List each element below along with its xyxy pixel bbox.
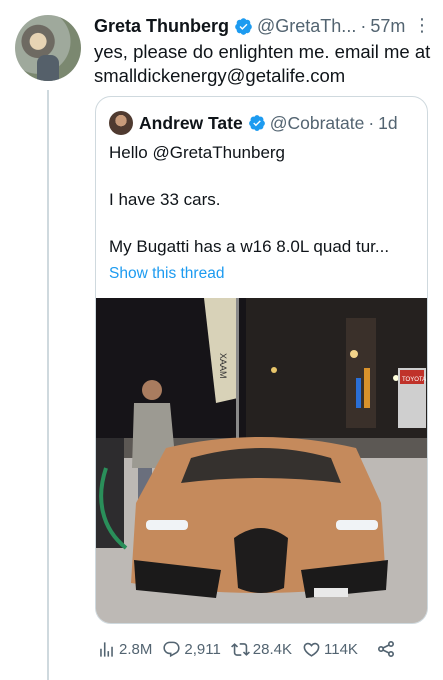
views-count: 2.8M <box>119 640 153 658</box>
quoted-line: I have 33 cars. <box>109 190 221 209</box>
quoted-header: Andrew Tate @Cobratate · 1d <box>139 111 398 135</box>
like-action[interactable]: 114K <box>302 640 358 659</box>
retweet-count: 28.4K <box>252 640 292 658</box>
car-photo-illustration: XAAM TOYOTA <box>96 298 427 623</box>
share-icon <box>377 641 394 657</box>
author-handle[interactable]: @GretaTh... <box>257 16 356 37</box>
heart-icon <box>303 642 320 657</box>
author-avatar[interactable] <box>15 15 81 81</box>
toyota-sign-text: TOYOTA <box>402 377 426 383</box>
reply-icon <box>163 641 180 657</box>
verified-badge-icon <box>235 17 252 35</box>
header-separator: · <box>360 15 367 36</box>
tweet-header: Greta Thunberg @GretaTh... · 57m ⋮ <box>94 14 431 38</box>
action-bar: 2.8M 2,911 28.4K 114K <box>97 638 407 660</box>
retweet-action[interactable]: 28.4K <box>230 640 292 659</box>
thread-line <box>47 90 49 680</box>
quoted-author-name: Andrew Tate <box>139 112 243 133</box>
author-name[interactable]: Greta Thunberg <box>94 16 229 37</box>
views-chart-icon <box>100 641 113 657</box>
quoted-line: Hello @GretaThunberg <box>109 143 286 162</box>
reply-count: 2,911 <box>184 640 221 658</box>
reply-action[interactable]: 2,911 <box>162 640 221 659</box>
banner-text: XAAM <box>218 353 228 379</box>
quoted-time: 1d <box>378 112 398 133</box>
quoted-author-avatar <box>109 111 133 135</box>
retweet-icon <box>230 642 250 656</box>
tweet-photo[interactable]: XAAM TOYOTA <box>96 298 427 623</box>
quoted-separator: · <box>368 112 375 133</box>
views-action[interactable]: 2.8M <box>97 640 152 659</box>
like-count: 114K <box>324 640 358 658</box>
show-thread-link[interactable]: Show this thread <box>109 265 224 283</box>
quoted-author-handle: @Cobratate <box>269 112 365 133</box>
tweet-text: yes, please do enlighten me. email me at… <box>94 41 431 86</box>
verified-badge-icon <box>248 115 265 131</box>
quoted-tweet[interactable]: Andrew Tate @Cobratate · 1d Hello @Greta… <box>95 96 428 624</box>
more-options-icon[interactable]: ⋮ <box>413 14 431 36</box>
share-action[interactable] <box>376 639 399 659</box>
quoted-line: My Bugatti has a w16 8.0L quad tur... <box>109 237 390 256</box>
quoted-text: Hello @GretaThunberg I have 33 cars. My … <box>109 141 419 258</box>
tweet-time[interactable]: 57m <box>370 16 405 37</box>
